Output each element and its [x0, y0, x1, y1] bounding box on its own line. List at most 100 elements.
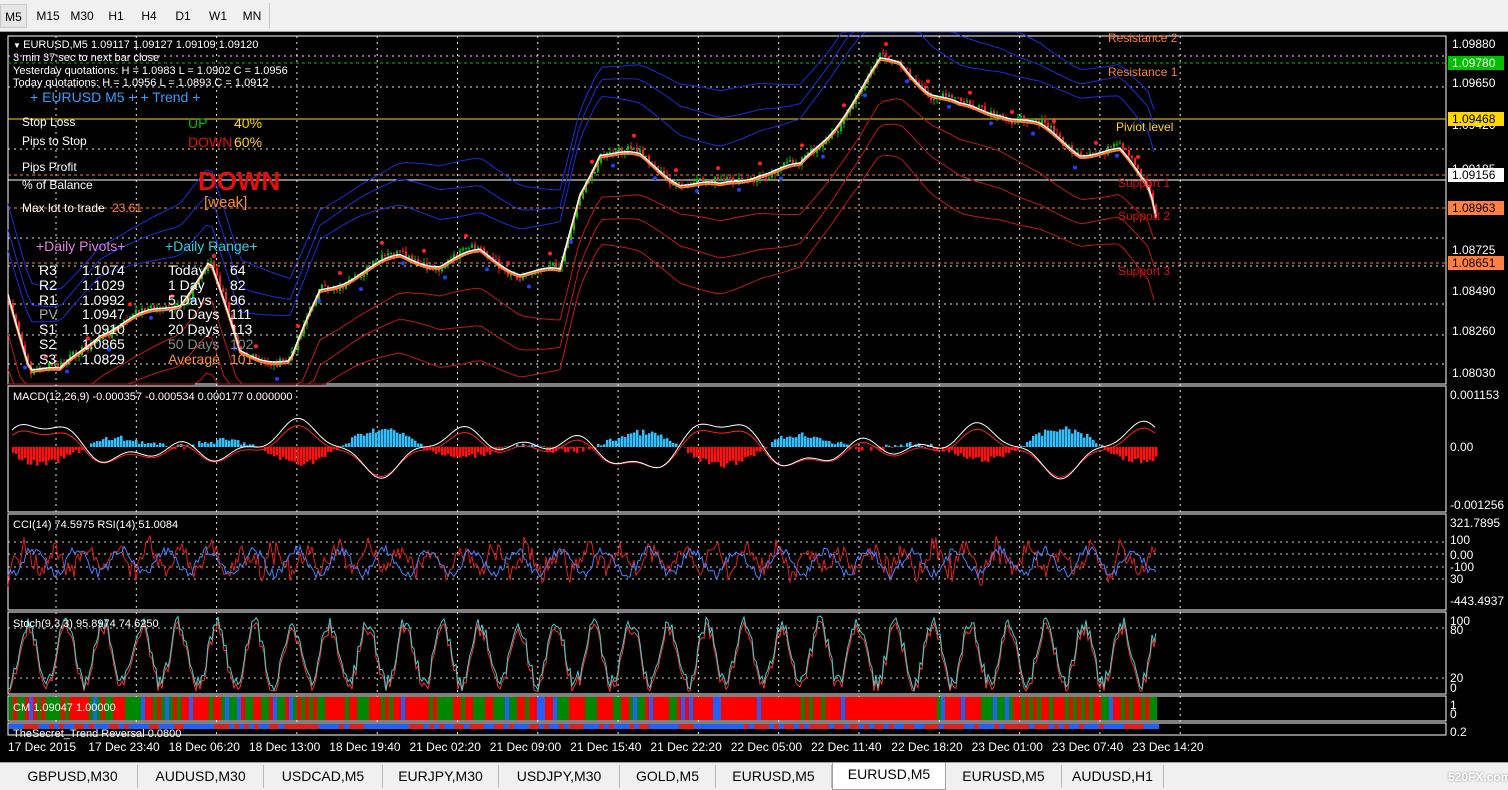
candle-body: [1128, 150, 1130, 156]
secret-strip-segment: [804, 724, 809, 729]
chart-tab[interactable]: EURUSD,M5: [946, 765, 1062, 788]
tf-m5[interactable]: M5: [0, 4, 27, 28]
macd-histogram-bar: [903, 446, 906, 447]
cm-bar-segment: [653, 697, 657, 720]
secret-strip-segment: [489, 724, 494, 729]
chart-tab[interactable]: EURUSD,M5: [832, 763, 946, 790]
pivot-name: R3: [39, 262, 57, 278]
secret-strip-segment: [244, 724, 249, 729]
secret-strip-segment: [1154, 724, 1159, 729]
macd-histogram-bar: [1095, 443, 1098, 447]
cm-bar-segment: [469, 697, 473, 720]
candle-body: [1134, 158, 1136, 166]
pivot-name: R2: [39, 276, 57, 293]
macd-histogram-bar: [18, 447, 21, 460]
secret-strip-segment: [834, 724, 839, 729]
cm-bar-segment: [381, 697, 385, 720]
cm-bar-segment: [1017, 697, 1021, 720]
range-name: 1 Day: [168, 276, 205, 293]
macd-histogram-bar: [354, 435, 357, 447]
macd-histogram-bar: [699, 447, 702, 462]
macd-histogram-bar: [300, 447, 303, 466]
macd-histogram-bar: [597, 443, 600, 447]
pivot-value: 1.1074: [82, 262, 125, 278]
cm-bar-segment: [489, 697, 493, 720]
chart-tab[interactable]: USDCAD,M5: [264, 765, 383, 788]
secret-strip-segment: [944, 724, 949, 729]
secret-strip-segment: [249, 724, 254, 729]
macd-histogram-bar: [684, 447, 687, 448]
cm-bar-segment: [853, 697, 857, 720]
tf-h1[interactable]: H1: [101, 4, 131, 28]
secret-strip-segment: [644, 724, 649, 729]
cm-bar-segment: [857, 697, 861, 720]
candle-body: [951, 94, 953, 98]
secret-strip-segment: [559, 724, 564, 729]
max-lot-label: Max lot to trade: [22, 201, 105, 215]
cm-bar-segment: [957, 697, 961, 720]
tf-m30[interactable]: M30: [66, 4, 98, 28]
macd-histogram-bar: [1005, 447, 1008, 454]
fractal-up-dot: [800, 143, 804, 148]
cm-bar-segment: [241, 697, 245, 720]
tf-m15[interactable]: M15: [30, 4, 66, 28]
macd-histogram-bar: [315, 447, 318, 461]
candle-body: [324, 285, 326, 287]
chart-tab[interactable]: EURJPY,M30: [383, 765, 499, 788]
macd-histogram-bar: [219, 438, 222, 447]
macd-histogram-bar: [498, 447, 501, 451]
cm-bar-segment: [541, 697, 545, 720]
cm-bar-segment: [1025, 697, 1029, 720]
cm-bar-segment: [893, 697, 897, 720]
cm-bar-segment: [717, 697, 721, 720]
tf-d1[interactable]: D1: [168, 4, 198, 28]
range-name: 20 Days: [168, 321, 220, 338]
candle-body: [477, 247, 479, 249]
cm-bar-segment: [593, 697, 597, 720]
macd-histogram-bar: [381, 429, 384, 447]
price-tick: 1.09650: [1452, 76, 1496, 90]
secret-strip-segment: [974, 724, 979, 729]
range-name: 10 Days: [168, 306, 220, 323]
tf-w1[interactable]: W1: [202, 4, 234, 28]
macd-histogram-bar: [201, 443, 204, 447]
chart-tab[interactable]: AUDUSD,H1: [1062, 765, 1164, 788]
secret-strip-segment: [859, 724, 864, 729]
price-tag: 1.09156: [1448, 168, 1504, 182]
chart-tab[interactable]: AUDUSD,M30: [138, 765, 264, 788]
cm-bar-segment: [145, 697, 149, 720]
up-label: UP: [188, 115, 208, 131]
candle-body: [945, 93, 947, 97]
secret-strip-segment: [909, 724, 914, 729]
macd-histogram-bar: [579, 447, 582, 449]
candle-body: [999, 114, 1001, 116]
chart-tab[interactable]: GOLD,M5: [620, 765, 716, 788]
macd-histogram-bar: [975, 447, 978, 458]
macd-histogram-bar: [420, 443, 423, 447]
tf-h4[interactable]: H4: [134, 4, 164, 28]
chart-tab[interactable]: EURUSD,M5: [716, 765, 832, 788]
cm-bar-segment: [897, 697, 901, 720]
chart-menu-icon[interactable]: ▼: [13, 41, 23, 50]
chart-tab[interactable]: USDJPY,M30: [499, 765, 620, 788]
candle-body: [921, 84, 923, 87]
fractal-up-dot: [1094, 140, 1098, 145]
macd-histogram-bar: [564, 447, 567, 453]
macd-histogram-bar: [1026, 441, 1029, 447]
cm-bar-segment: [293, 697, 297, 720]
candle-body: [1047, 122, 1049, 128]
chart-tab[interactable]: GBPUSD,M30: [8, 765, 138, 788]
macd-histogram-bar: [816, 437, 819, 447]
secret-strip-segment: [444, 724, 449, 729]
cm-bar-segment: [417, 697, 421, 720]
secret-strip-segment: [379, 724, 384, 729]
macd-histogram-bar: [870, 447, 873, 451]
macd-histogram-bar: [489, 447, 492, 455]
secret-strip-segment: [734, 724, 739, 729]
macd-histogram-bar: [72, 447, 75, 453]
macd-histogram-bar: [342, 445, 345, 447]
macd-histogram-bar: [27, 447, 30, 465]
chart-window[interactable]: ▼ EURUSD,M5 1.09117 1.09127 1.09109 1.09…: [0, 32, 1508, 762]
candle-body: [552, 262, 554, 266]
tf-mn[interactable]: MN: [236, 4, 268, 28]
